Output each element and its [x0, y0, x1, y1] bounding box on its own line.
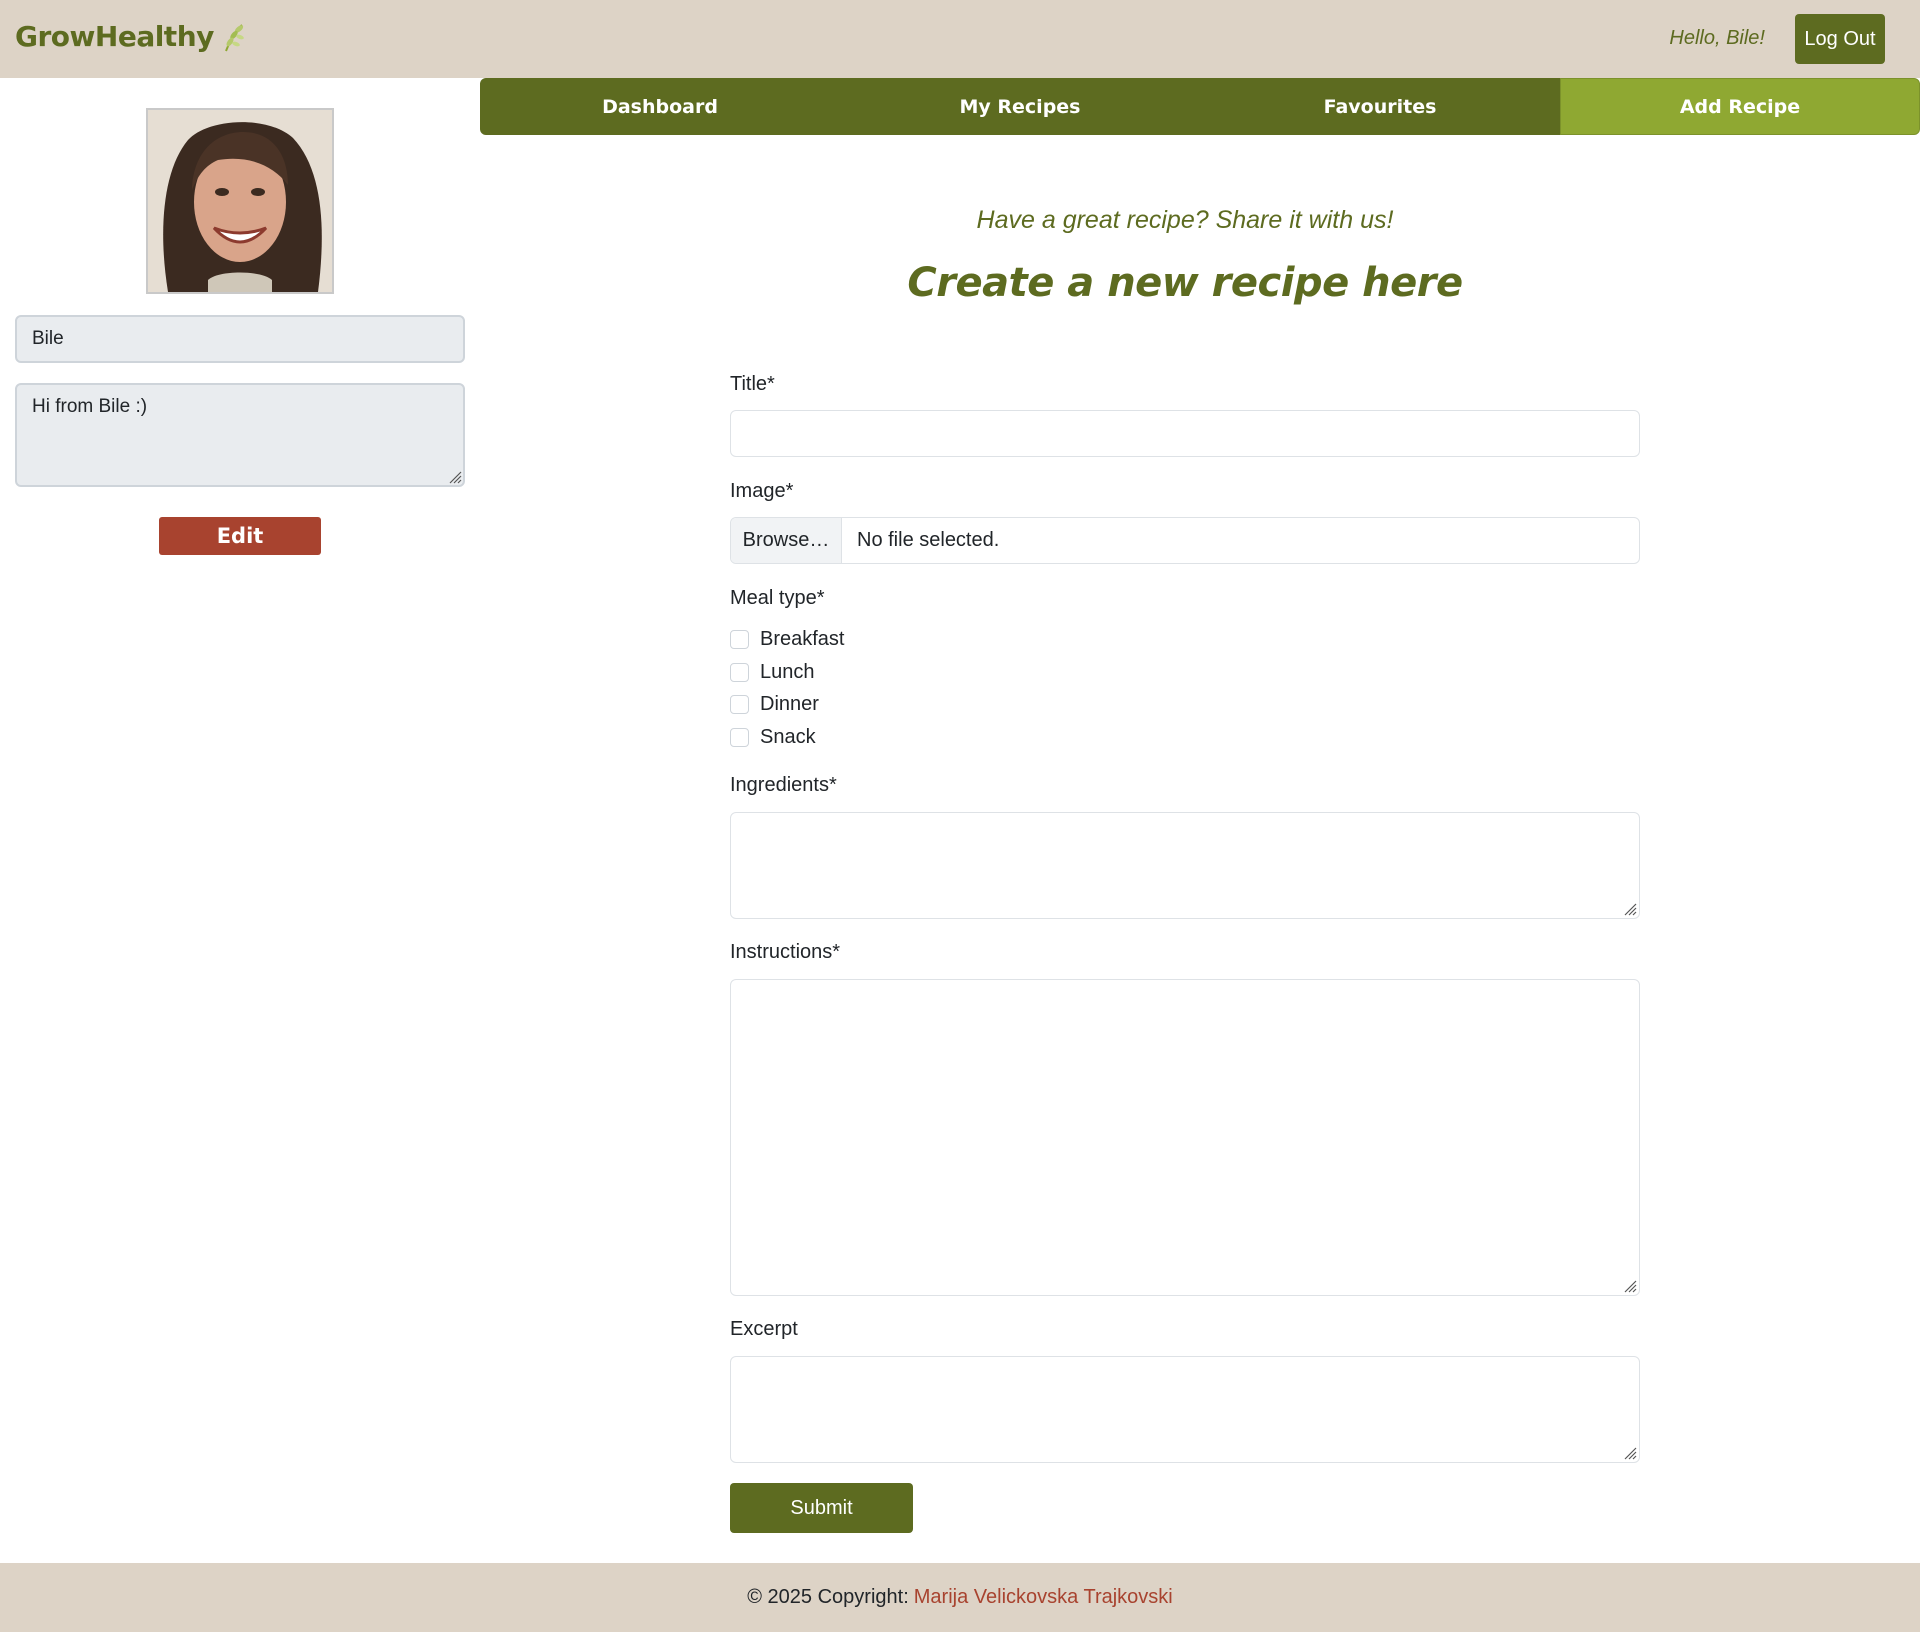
browse-button[interactable]: Browse…	[731, 518, 842, 563]
avatar	[146, 108, 334, 294]
checkbox-lunch[interactable]	[730, 663, 749, 682]
profile-name-input[interactable]	[15, 315, 465, 363]
checkbox-dinner[interactable]	[730, 695, 749, 714]
title-input[interactable]	[730, 410, 1640, 457]
title-label: Title*	[730, 373, 775, 395]
logout-button[interactable]: Log Out	[1795, 14, 1885, 64]
meal-type-option-dinner[interactable]: Dinner	[730, 693, 819, 716]
meal-type-option-lunch[interactable]: Lunch	[730, 661, 815, 684]
checkbox-label: Lunch	[760, 661, 815, 683]
image-file-input[interactable]: Browse… No file selected.	[730, 517, 1640, 564]
edit-profile-button[interactable]: Edit	[159, 517, 321, 555]
meal-type-option-snack[interactable]: Snack	[730, 726, 816, 749]
instructions-label: Instructions*	[730, 941, 841, 963]
instructions-textarea[interactable]	[730, 979, 1640, 1296]
brand-name: GrowHealthy	[15, 20, 214, 53]
form-tagline: Have a great recipe? Share it with us!	[976, 206, 1394, 234]
ingredients-textarea[interactable]	[730, 812, 1640, 919]
excerpt-textarea[interactable]	[730, 1356, 1640, 1463]
resize-grip-icon[interactable]	[446, 468, 462, 484]
leaf-icon	[224, 23, 244, 51]
footer-author-link[interactable]: Marija Velickovska Trajkovski	[914, 1586, 1173, 1609]
resize-grip-icon[interactable]	[1621, 1277, 1637, 1293]
ingredients-label: Ingredients*	[730, 774, 837, 796]
footer-copyright: © 2025 Copyright:	[747, 1586, 909, 1608]
meal-type-option-breakfast[interactable]: Breakfast	[730, 628, 844, 651]
resize-grip-icon[interactable]	[1621, 1444, 1637, 1460]
user-greeting: Hello, Bile!	[1669, 27, 1765, 49]
checkbox-snack[interactable]	[730, 728, 749, 747]
tab-dashboard[interactable]: Dashboard	[480, 78, 840, 135]
resize-grip-icon[interactable]	[1621, 900, 1637, 916]
image-label: Image*	[730, 480, 794, 502]
footer: © 2025 Copyright: Marija Velickovska Tra…	[0, 1563, 1920, 1632]
checkbox-breakfast[interactable]	[730, 630, 749, 649]
meal-type-label: Meal type*	[730, 587, 825, 609]
profile-photo	[148, 110, 332, 292]
tab-favourites[interactable]: Favourites	[1200, 78, 1560, 135]
main-nav: Dashboard My Recipes Favourites Add Reci…	[480, 78, 1920, 135]
file-status-text: No file selected.	[857, 529, 1000, 551]
submit-button[interactable]: Submit	[730, 1483, 913, 1533]
checkbox-label: Dinner	[760, 693, 819, 715]
brand-logo[interactable]: GrowHealthy	[15, 20, 248, 53]
excerpt-label: Excerpt	[730, 1318, 798, 1340]
tab-my-recipes[interactable]: My Recipes	[840, 78, 1200, 135]
top-header: GrowHealthy Hello, Bile! Log Out	[0, 0, 1920, 78]
profile-bio-textarea[interactable]: Hi from Bile :)	[15, 383, 465, 487]
tab-add-recipe[interactable]: Add Recipe	[1560, 78, 1920, 135]
page-title: Create a new recipe here	[907, 260, 1463, 306]
checkbox-label: Snack	[760, 726, 816, 748]
checkbox-label: Breakfast	[760, 628, 845, 650]
